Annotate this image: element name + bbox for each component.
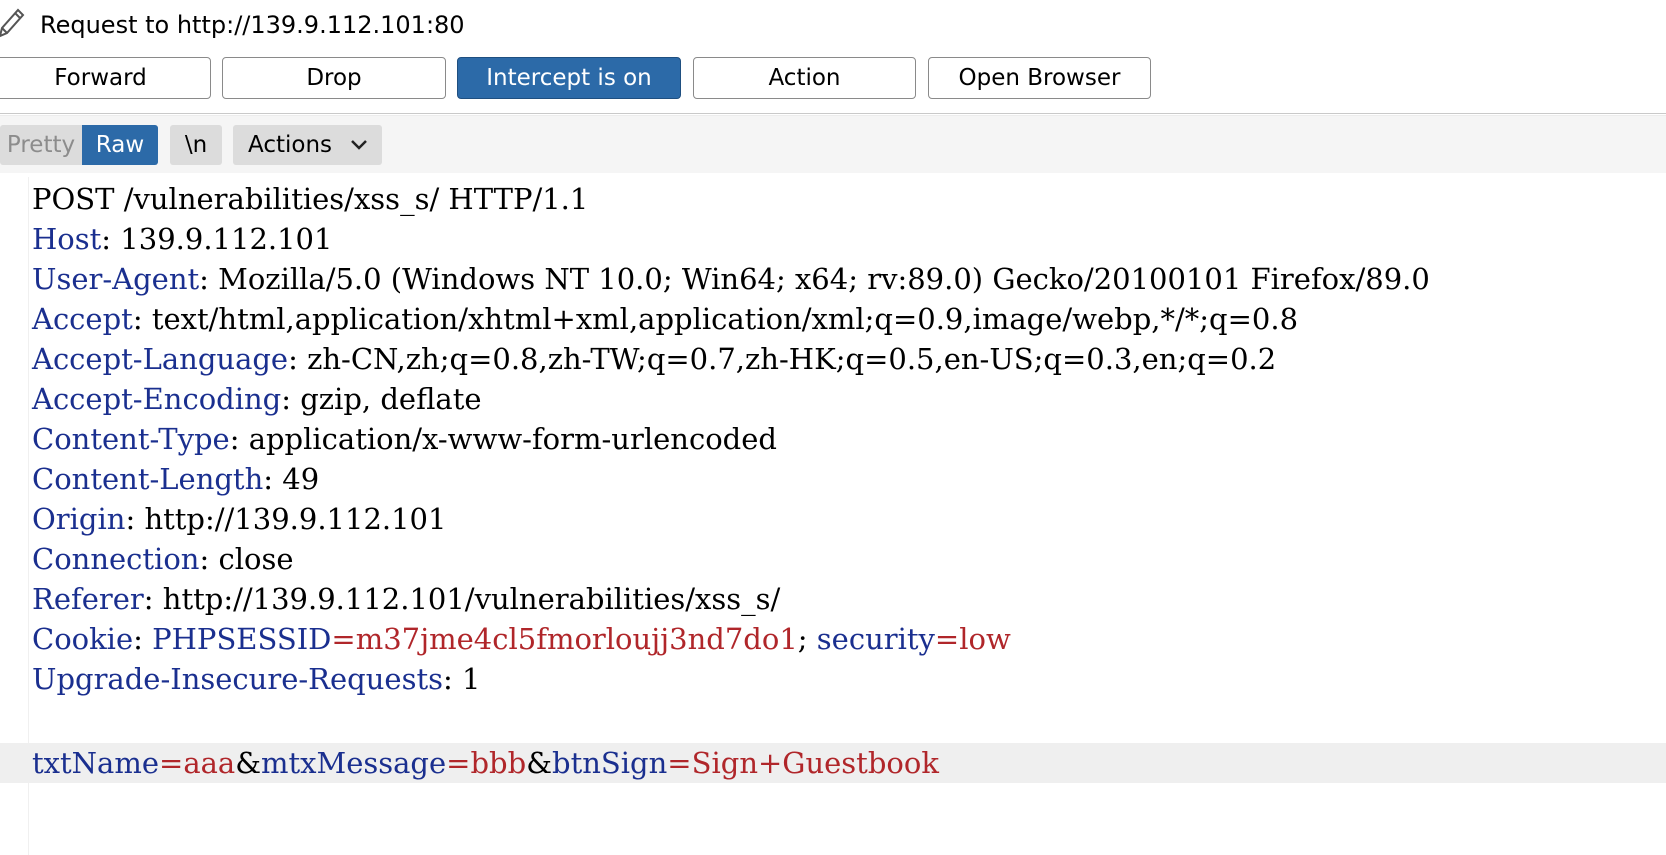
intercept-toggle-button[interactable]: Intercept is on [457,57,681,99]
header-line: 4 Accept: text/html,application/xhtml+xm… [0,299,1666,339]
header-value: Mozilla/5.0 (Windows NT 10.0; Win64; x64… [218,262,1430,296]
header-name: Accept-Language [32,342,289,376]
header-line: 11 Referer: http://139.9.112.101/vulnera… [0,579,1666,619]
toolbar-divider [0,113,1666,114]
drop-button[interactable]: Drop [222,57,446,99]
header-name: Content-Length [32,462,264,496]
actions-dropdown-label: Actions [248,132,333,158]
header-value: http://139.9.112.101 [144,502,447,536]
header-separator: : [143,582,163,616]
param-equals: = [667,746,692,780]
header-value: gzip, deflate [300,382,482,416]
header-name: Origin [32,502,126,536]
header-name: User-Agent [32,262,200,296]
cookie-value: low [959,622,1011,656]
header-name: Referer [32,582,144,616]
chevron-down-icon [351,140,367,150]
header-separator: : [288,342,308,376]
header-separator: : [199,262,219,296]
blank-line: 14 [0,699,1666,739]
header-line: 13 Upgrade-Insecure-Requests: 1 [0,659,1666,699]
raw-request-editor[interactable]: 1 POST /vulnerabilities/xss_s/ HTTP/1.1 … [0,177,1666,855]
param-ampersand: & [526,746,553,780]
header-value: 1 [461,662,481,696]
header-separator: : [263,462,283,496]
param-equals: = [446,746,471,780]
header-line: 8 Content-Length: 49 [0,459,1666,499]
param-value: Sign+Guestbook [691,746,939,780]
request-line: 1 POST /vulnerabilities/xss_s/ HTTP/1.1 [0,179,1666,219]
tab-pretty[interactable]: Pretty [0,125,82,165]
cookie-equals: = [934,622,960,656]
cookie-value: m37jme4cl5fmorloujj3nd7do1 [355,622,798,656]
header-separator: : [132,302,152,336]
body-line: 15 txtName=aaa&mtxMessage=bbb&btnSign=Si… [0,743,1666,783]
header-line: 6 Accept-Encoding: gzip, deflate [0,379,1666,419]
param-name: txtName [32,746,159,780]
request-title: Request to http://139.9.112.101:80 [40,11,465,39]
param-value: aaa [183,746,236,780]
param-value: bbb [470,746,527,780]
param-ampersand: & [235,746,262,780]
header-name: Cookie [32,622,134,656]
header-separator: : [229,422,249,456]
forward-button[interactable]: Forward [0,57,211,99]
header-separator: : [281,382,301,416]
header-separator: : [199,542,219,576]
cookie-name: security [816,622,935,656]
cookie-separator: ; [797,622,817,656]
header-value: http://139.9.112.101/vulnerabilities/xss… [162,582,781,616]
header-line: 9 Origin: http://139.9.112.101 [0,499,1666,539]
header-line: 3 User-Agent: Mozilla/5.0 (Windows NT 10… [0,259,1666,299]
header-value: 49 [282,462,320,496]
header-value: close [218,542,294,576]
action-button[interactable]: Action [693,57,916,99]
header-separator: : [125,502,145,536]
param-name: btnSign [552,746,668,780]
newline-toggle-button[interactable]: \n [170,125,222,165]
header-line: 2 Host: 139.9.112.101 [0,219,1666,259]
header-line: 10 Connection: close [0,539,1666,579]
param-equals: = [159,746,184,780]
tab-raw[interactable]: Raw [82,125,158,165]
param-name: mtxMessage [261,746,447,780]
header-name: Accept-Encoding [32,382,282,416]
cookie-name: PHPSESSID [152,622,332,656]
header-separator: : [101,222,121,256]
request-line-text: POST /vulnerabilities/xss_s/ HTTP/1.1 [32,182,589,216]
actions-dropdown[interactable]: Actions [233,125,382,165]
cookie-equals: = [331,622,356,656]
header-value: zh-CN,zh;q=0.8,zh-TW;q=0.7,zh-HK;q=0.5,e… [307,342,1277,376]
header-name: Content-Type [32,422,230,456]
cookie-header-line: 12 Cookie: PHPSESSID=m37jme4cl5fmorloujj… [0,619,1666,659]
header-separator: : [133,622,153,656]
header-line: 5 Accept-Language: zh-CN,zh;q=0.8,zh-TW;… [0,339,1666,379]
header-name: Accept [32,302,133,336]
title-bar: Request to http://139.9.112.101:80 [0,0,1666,50]
header-value: text/html,application/xhtml+xml,applicat… [151,302,1299,336]
view-tab-bar: Pretty Raw \n Actions [0,116,1666,173]
header-value: 139.9.112.101 [120,222,333,256]
header-line: 7 Content-Type: application/x-www-form-u… [0,419,1666,459]
header-name: Host [32,222,102,256]
header-value: application/x-www-form-urlencoded [248,422,777,456]
header-name: Upgrade-Insecure-Requests [32,662,443,696]
pencil-icon [0,8,25,38]
open-browser-button[interactable]: Open Browser [928,57,1151,99]
header-separator: : [442,662,462,696]
header-name: Connection [32,542,200,576]
